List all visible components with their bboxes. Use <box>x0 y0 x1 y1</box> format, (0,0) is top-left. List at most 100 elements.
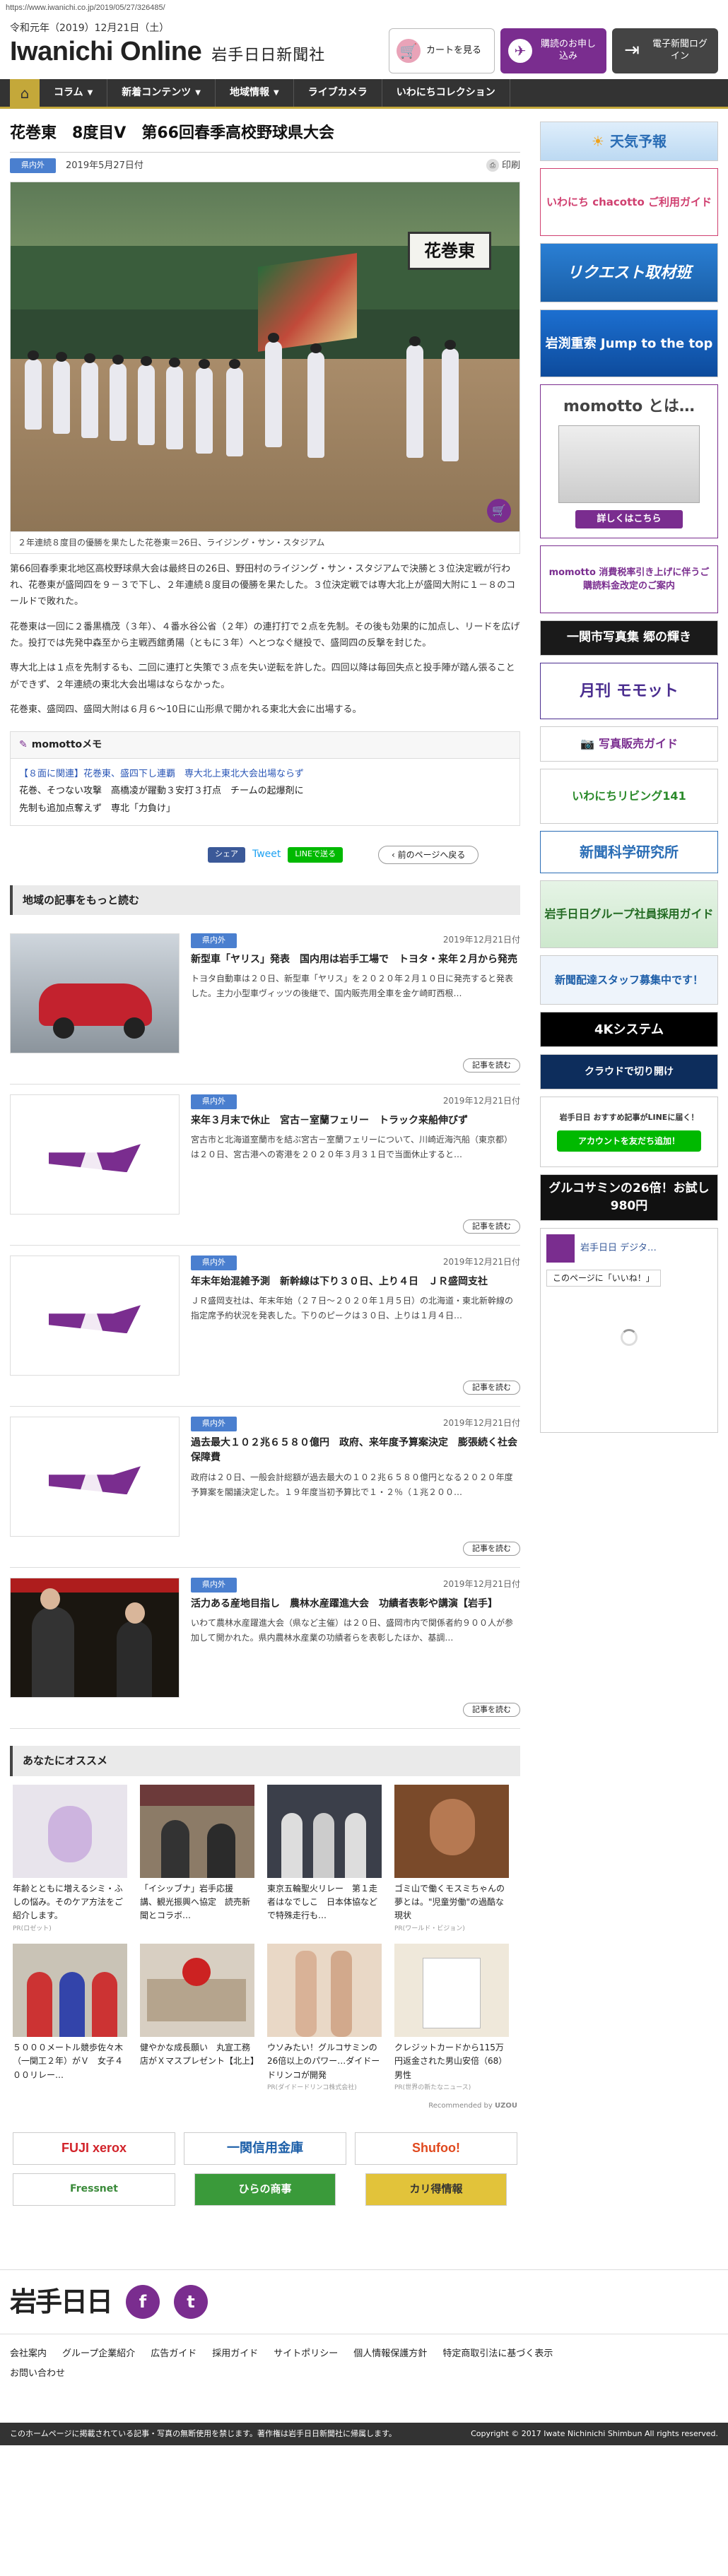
nav-column[interactable]: コラム ▼ <box>40 79 108 107</box>
line-share-button[interactable]: LINEで送る <box>288 846 343 863</box>
momotto-price-banner[interactable]: momotto 消費税率引き上げに伴うご購読料金改定のご案内 <box>540 545 718 613</box>
card-desc: いわて農林水産躍進大会（県など主催）は２０日、盛岡市内で関係者約９００人が参加し… <box>191 1618 514 1643</box>
nav-live-camera[interactable]: ライブカメラ <box>294 79 382 107</box>
photo-cart-icon[interactable]: 🛒 <box>487 498 511 523</box>
footer-link[interactable]: お問い合わせ <box>10 2364 718 2385</box>
recommend-item[interactable]: クレジットカードから115万円返金された男山安倍（68）男性 PR(世界の新たなニ… <box>394 1944 509 2093</box>
sponsor-ichinoseki-shinkin[interactable]: 一関信用金庫 <box>184 2132 346 2165</box>
memo-link[interactable]: 【８面に関連】花巻東、盛四下し連覇 専大北上東北大会出場ならず <box>19 766 511 784</box>
4k-banner[interactable]: 4Kシステム <box>540 1012 718 1047</box>
news-card[interactable]: 県内外 2019年12月21日付 過去最大１０２兆６５８０億円 政府、来年度予算案… <box>10 1407 520 1568</box>
card-title[interactable]: 年末年始混雑予測 新幹線は下り３０日、上り４日 ＪＲ盛岡支社 <box>191 1275 520 1290</box>
momotto-banner[interactable]: momotto とは… 詳しくはこちら <box>540 384 718 538</box>
facebook-widget: 岩手日日 デジタ… このページに「いいね！」 <box>540 1228 718 1433</box>
photo-sales-banner[interactable]: 📷 写真販売ガイド <box>540 726 718 762</box>
footer-link[interactable]: 広告ガイド <box>151 2344 196 2365</box>
sponsor-shufoo[interactable]: Shufoo! <box>355 2132 517 2165</box>
camera-icon: 📷 <box>580 737 594 750</box>
footer-link[interactable]: サイトポリシー <box>274 2344 338 2365</box>
recommend-item[interactable]: 健やかな成長願い 丸宣工務店がＸマスプレゼント【北上】 <box>140 1944 254 2093</box>
logo-sub: 岩手日日新聞社 <box>211 46 326 64</box>
card-title[interactable]: 新型車「ヤリス」発表 国内用は岩手工場で トヨタ・来年２月から発売 <box>191 952 520 968</box>
read-more-button[interactable]: 記事を読む <box>463 1541 520 1556</box>
home-icon[interactable]: ⌂ <box>10 79 40 107</box>
copyright-notice: このホームページに掲載されている記事・写真の無断使用を禁じます。著作権は岩手日日… <box>10 2428 397 2438</box>
weather-banner[interactable]: ☀ 天気予報 <box>540 122 718 161</box>
logo-text: Iwanichi Online <box>10 37 202 66</box>
request-banner[interactable]: リクエスト取材班 <box>540 243 718 302</box>
facebook-share-button[interactable]: シェア <box>208 846 245 863</box>
article-tag[interactable]: 県内外 <box>10 158 56 173</box>
login-button[interactable]: ⇥ 電子新聞ログイン <box>612 28 718 73</box>
nav-local-info[interactable]: 地域情報 ▼ <box>216 79 294 107</box>
cloud-banner[interactable]: クラウドで切り開け <box>540 1054 718 1089</box>
iwabuchi-banner[interactable]: 岩渕重索 Jump to the top <box>540 309 718 377</box>
tweet-button[interactable]: Tweet <box>252 847 281 863</box>
article-photo[interactable]: 花巻東 🛒 <box>10 181 520 532</box>
read-more-button[interactable]: 記事を読む <box>463 1219 520 1234</box>
share-bar: シェア Tweet LINEで送る ‹ 前のページへ戻る <box>10 845 520 864</box>
sponsor-fressnet[interactable]: Fressnet <box>13 2173 175 2206</box>
recommend-item[interactable]: 年齢とともに増えるシミ・ふしの悩み。そのケア方法をご紹介します。 PR(ロゼット) <box>13 1784 127 1934</box>
news-card[interactable]: 県内外 2019年12月21日付 年末年始混雑予測 新幹線は下り３０日、上り４日 … <box>10 1246 520 1407</box>
footer-link[interactable]: 個人情報保護方針 <box>353 2344 427 2365</box>
news-thumbnail[interactable] <box>10 1094 180 1215</box>
glucosamine-ad[interactable]: グルコサミンの26倍！お試し980円 <box>540 1174 718 1221</box>
recommend-item[interactable]: 「イシッブナ」岩手応援 講、観光振興へ協定 読売新聞とコラボ… <box>140 1784 254 1934</box>
card-title[interactable]: 来年３月末で休止 宮古－室蘭フェリー トラック来船伸びず <box>191 1113 520 1129</box>
subscribe-button[interactable]: ✈ 購読のお申し込み <box>500 28 606 73</box>
news-thumbnail[interactable] <box>10 1255 180 1376</box>
card-title[interactable]: 活力ある産地目指し 農林水産躍進大会 功績者表彰や講演【岩手】 <box>191 1597 520 1612</box>
twitter-icon[interactable]: t <box>174 2284 209 2319</box>
nav-collection[interactable]: いわにちコレクション <box>382 79 510 107</box>
sponsor-kari-toku[interactable]: カリ得情報 <box>365 2173 507 2206</box>
recommend-item[interactable]: ゴミ山で働くモスミちゃんの夢とは。"児童労働"の過酷な現状 PR(ワールド・ビジョ… <box>394 1784 509 1934</box>
footer-link[interactable]: グループ企業紹介 <box>62 2344 135 2365</box>
facebook-like-button[interactable]: このページに「いいね！」 <box>546 1270 661 1287</box>
line-add-friend-button[interactable]: アカウントを友だち追加！ <box>556 1130 701 1152</box>
news-card[interactable]: 県内外 2019年12月21日付 活力ある産地目指し 農林水産躍進大会 功績者表彰… <box>10 1568 520 1730</box>
read-more-button[interactable]: 記事を読む <box>463 1058 520 1073</box>
facebook-icon[interactable]: f <box>126 2284 160 2319</box>
footer-logo[interactable]: 岩手日日 <box>10 2281 113 2322</box>
news-thumbnail[interactable] <box>10 933 180 1054</box>
card-title[interactable]: 過去最大１０２兆６５８０億円 政府、来年度予算案決定 膨張続く社会保障費 <box>191 1436 520 1466</box>
sponsor-fujixerox[interactable]: FUJI xerox <box>13 2132 175 2165</box>
footer-link[interactable]: 会社案内 <box>10 2344 47 2365</box>
science-banner[interactable]: 新聞科学研究所 <box>540 831 718 873</box>
recruit-banner[interactable]: 岩手日日グループ社員採用ガイド <box>540 880 718 948</box>
monthly-momotto-banner[interactable]: 月刊 モモット <box>540 663 718 719</box>
memo-body: 【８面に関連】花巻東、盛四下し連覇 専大北上東北大会出場ならず 花巻、そつない攻… <box>10 758 520 826</box>
read-more-button[interactable]: 記事を読む <box>463 1380 520 1395</box>
living-banner[interactable]: いわにちリビング141 <box>540 769 718 824</box>
article-title: 花巻東 8度目V 第66回春季高校野球県大会 <box>10 122 520 153</box>
paragraph: 第66回春季東北地区高校野球県大会は最終日の26日、野田村のライジング・サン・ス… <box>10 563 516 608</box>
news-thumbnail[interactable] <box>10 1578 180 1698</box>
uzou-logo: UZOU <box>495 2101 517 2110</box>
news-card[interactable]: 県内外 2019年12月21日付 新型車「ヤリス」発表 国内用は岩手工場で トヨタ… <box>10 923 520 1085</box>
cart-button[interactable]: 🛒 カートを見る <box>389 28 495 73</box>
iwanichi-logo-icon <box>49 1130 141 1179</box>
read-more-button[interactable]: 記事を読む <box>463 1702 520 1718</box>
url-bar: https://www.iwanichi.co.jp/2019/05/27/32… <box>6 4 165 12</box>
line-banner[interactable]: 岩手日日 おすすめ記事がLINEに届く！ アカウントを友だち追加！ <box>540 1097 718 1167</box>
print-button[interactable]: ⎙ 印刷 <box>486 159 520 173</box>
footer-link[interactable]: 採用ガイド <box>212 2344 258 2365</box>
photobook-banner[interactable]: 一関市写真集 郷の輝き <box>540 620 718 656</box>
card-desc: ＪＲ盛岡支社は、年末年始（２７日～２０２０年１月５日）の北海道・東北新幹線の指定… <box>191 1296 514 1321</box>
details-button[interactable]: 詳しくはこちら <box>575 510 683 528</box>
sponsor-hirano[interactable]: ひらの商事 <box>194 2173 336 2206</box>
recommend-item[interactable]: 東京五輪聖火リレー 第１走者はなでしこ 日本体協などで特殊走行も… <box>267 1784 382 1934</box>
recommend-item[interactable]: ５０００メートル競歩佐々木（一関工２年）がＶ 女子４００リレー… <box>13 1944 127 2093</box>
delivery-staff-banner[interactable]: 新聞配達スタッフ募集中です！ <box>540 955 718 1005</box>
back-button[interactable]: ‹ 前のページへ戻る <box>377 845 479 864</box>
article-body: 第66回春季東北地区高校野球県大会は最終日の26日、野田村のライジング・サン・ス… <box>10 561 520 719</box>
recommended-by: Recommended by UZOU <box>428 2101 517 2110</box>
recommend-item[interactable]: ウソみたい！グルコサミンの26倍以上のパワー…ダイドードリンコが開発 PR(ダイド… <box>267 1944 382 2093</box>
news-card[interactable]: 県内外 2019年12月21日付 来年３月末で休止 宮古－室蘭フェリー トラック来… <box>10 1085 520 1246</box>
iwanichi-logo-icon <box>49 1452 141 1501</box>
footer-link[interactable]: 特定商取引法に基づく表示 <box>442 2344 553 2365</box>
news-thumbnail[interactable] <box>10 1417 180 1537</box>
chacotto-banner[interactable]: いわにち chacotto ご利用ガイド <box>540 168 718 236</box>
nav-new-contents[interactable]: 新着コンテンツ ▼ <box>107 79 216 107</box>
